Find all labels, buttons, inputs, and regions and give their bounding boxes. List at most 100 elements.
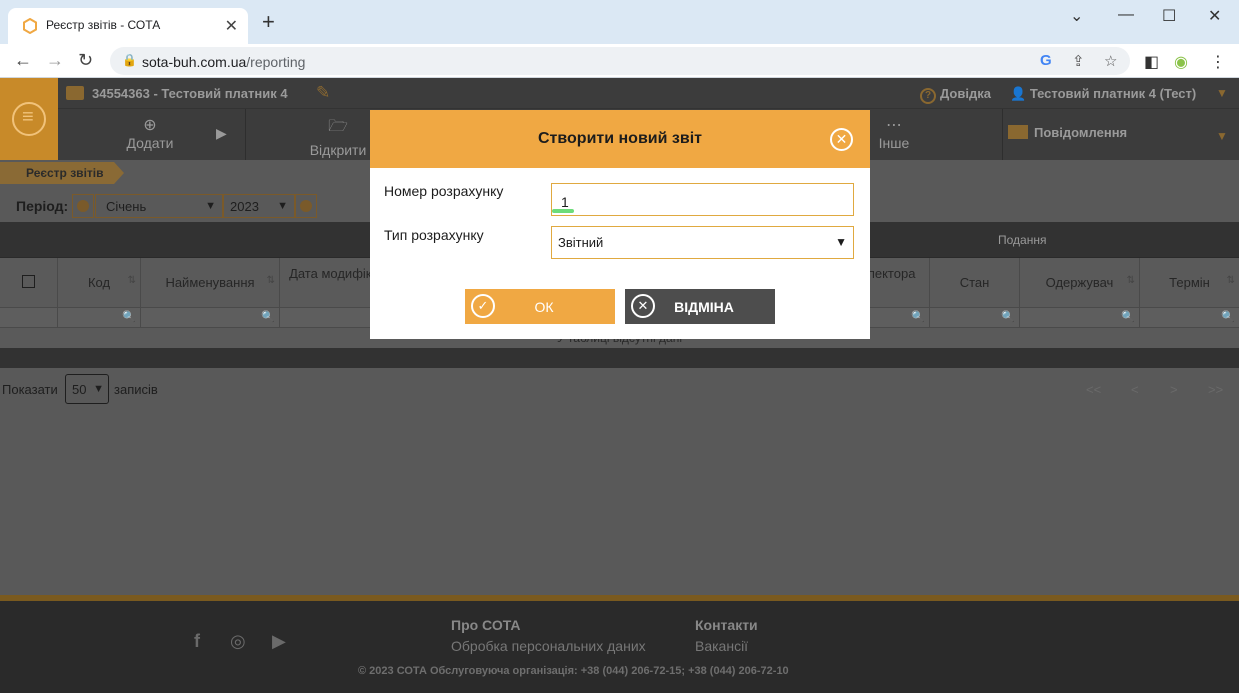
- filter-recipient[interactable]: 🔍: [1020, 308, 1140, 328]
- url-text: sota-buh.com.ua/reporting: [142, 54, 306, 70]
- number-label: Номер розрахунку: [384, 183, 504, 199]
- footer-contacts-link[interactable]: Контакти: [695, 617, 758, 633]
- open-button[interactable]: 🗁 Відкрити: [306, 115, 370, 158]
- google-icon[interactable]: G: [1040, 52, 1052, 69]
- sota-favicon-icon: [23, 18, 37, 34]
- edit-icon[interactable]: ✎: [316, 83, 330, 103]
- footer-about-link[interactable]: Про СОТА: [451, 617, 521, 633]
- dialog-title: Створити новий звіт: [538, 130, 702, 147]
- filter-cell: [0, 308, 58, 328]
- menu-hex-icon: [12, 102, 46, 136]
- other-button[interactable]: ⋯ Інше: [874, 115, 914, 151]
- new-tab-icon[interactable]: +: [262, 11, 275, 33]
- add-button[interactable]: ⊕ Додати: [126, 115, 174, 151]
- pager-first[interactable]: <<: [1086, 382, 1101, 397]
- facebook-icon[interactable]: f: [194, 631, 200, 652]
- app-logo[interactable]: [0, 78, 58, 160]
- tab-search-icon[interactable]: ⌄: [1070, 6, 1083, 26]
- period-next-button[interactable]: [295, 194, 317, 218]
- show-label: Показати: [2, 382, 58, 397]
- extension-icon[interactable]: ◉: [1174, 52, 1188, 72]
- column-header-recipient[interactable]: Одержувач ⇅: [1020, 258, 1140, 308]
- caret-down-icon: ▼: [205, 200, 216, 212]
- filter-term[interactable]: 🔍: [1140, 308, 1239, 328]
- lock-icon: 🔒: [122, 53, 137, 67]
- column-header-name[interactable]: Найменування ⇅: [141, 258, 280, 308]
- divider: [1002, 109, 1003, 161]
- sort-icon: ⇅: [127, 275, 136, 286]
- company-name: 34554363 - Тестовий платник 4: [66, 86, 288, 101]
- more-circle-icon: ⋯: [886, 117, 902, 134]
- input-focus-indicator: [552, 209, 574, 213]
- create-report-dialog: Створити новий звіт ✕ Номер розрахунку Т…: [370, 110, 870, 339]
- maximize-icon[interactable]: ☐: [1162, 6, 1176, 26]
- messages-caret-icon[interactable]: ▼: [1216, 129, 1228, 143]
- reload-icon[interactable]: ↻: [78, 50, 93, 71]
- divider: [245, 109, 246, 161]
- youtube-icon[interactable]: ▶: [272, 631, 286, 652]
- messages-button[interactable]: Повідомлення: [1008, 125, 1127, 140]
- caret-down-icon: ▼: [835, 235, 847, 249]
- chevron-right-icon: [300, 200, 312, 212]
- address-bar[interactable]: 🔒 sota-buh.com.ua/reporting G ⇪ ☆: [110, 47, 1130, 75]
- column-header-code[interactable]: Код ⇅: [58, 258, 141, 308]
- search-icon: 🔍: [1121, 311, 1135, 323]
- footer-vacancies-link[interactable]: Вакансії: [695, 638, 748, 654]
- sort-icon: ⇅: [1226, 275, 1235, 286]
- site-footer: f ◎ ▶ Про СОТА Обробка персональних дани…: [0, 595, 1239, 693]
- search-icon: 🔍: [911, 311, 925, 323]
- pagination-row: Показати 50 ▼ записів << < > >>: [0, 374, 1239, 408]
- filter-name[interactable]: 🔍: [141, 308, 280, 328]
- search-icon: 🔍: [1001, 311, 1015, 323]
- search-icon: 🔍: [1221, 311, 1235, 323]
- browser-toolbar: ← → ↻ 🔒 sota-buh.com.ua/reporting G ⇪ ☆ …: [0, 44, 1239, 78]
- close-window-icon[interactable]: ✕: [1208, 6, 1221, 26]
- type-select[interactable]: Звітний ▼: [551, 226, 854, 259]
- ok-button[interactable]: ✓ ОК: [465, 289, 615, 324]
- help-link[interactable]: ? Довідка: [920, 86, 991, 104]
- month-select[interactable]: Січень ▼: [95, 194, 223, 218]
- column-header-term[interactable]: Термін ⇅: [1140, 258, 1239, 308]
- number-input[interactable]: [551, 183, 854, 216]
- page-size-select[interactable]: 50 ▼: [65, 374, 109, 404]
- chevron-left-icon: [77, 200, 89, 212]
- plus-circle-icon: ⊕: [143, 117, 157, 134]
- select-all-checkbox[interactable]: [22, 275, 35, 288]
- footer-copyright: © 2023 СОТА Обслуговуюча організація: +3…: [358, 665, 789, 677]
- close-circle-icon[interactable]: ✕: [830, 128, 853, 151]
- pager-last[interactable]: >>: [1208, 382, 1223, 397]
- user-icon: 👤: [1010, 86, 1027, 101]
- chevron-right-icon[interactable]: ▶: [216, 125, 227, 142]
- folder-open-icon: 🗁: [328, 118, 348, 135]
- user-caret-icon[interactable]: ▼: [1216, 86, 1228, 100]
- instagram-icon[interactable]: ◎: [230, 631, 246, 652]
- browser-tab[interactable]: Реєстр звітів - СОТА ✕: [8, 8, 248, 44]
- search-icon: 🔍: [261, 311, 275, 323]
- year-select[interactable]: 2023 ▼: [223, 194, 295, 218]
- user-name[interactable]: 👤 Тестовий платник 4 (Тест): [1010, 86, 1196, 102]
- pager-next[interactable]: >: [1170, 382, 1178, 397]
- sort-icon: ⇅: [1126, 275, 1135, 286]
- menu-kebab-icon[interactable]: ⋮: [1210, 52, 1226, 72]
- records-label: записів: [114, 382, 158, 397]
- filter-state[interactable]: 🔍: [930, 308, 1020, 328]
- sidebar-icon[interactable]: ◧: [1144, 52, 1159, 72]
- pager-prev[interactable]: <: [1131, 382, 1139, 397]
- browser-titlebar: Реєстр звітів - СОТА ✕ + ⌄ — ☐ ✕: [0, 0, 1239, 44]
- help-icon: ?: [920, 88, 936, 104]
- tab-close-icon[interactable]: ✕: [225, 16, 238, 36]
- back-icon[interactable]: ←: [14, 50, 32, 71]
- bookmark-star-icon[interactable]: ☆: [1104, 52, 1117, 70]
- filter-code[interactable]: 🔍: [58, 308, 141, 328]
- minimize-icon[interactable]: —: [1118, 6, 1134, 24]
- cancel-button[interactable]: ✕ ВІДМІНА: [625, 289, 775, 324]
- period-prev-button[interactable]: [72, 194, 94, 218]
- share-icon[interactable]: ⇪: [1072, 52, 1085, 70]
- footer-privacy-link[interactable]: Обробка персональних даних: [451, 638, 646, 654]
- breadcrumb[interactable]: Реєстр звітів: [0, 162, 124, 184]
- column-header-state[interactable]: Стан: [930, 258, 1020, 308]
- forward-icon[interactable]: →: [46, 50, 64, 71]
- envelope-icon: [1008, 125, 1028, 139]
- type-label: Тип розрахунку: [384, 227, 484, 243]
- search-icon: 🔍: [122, 311, 136, 323]
